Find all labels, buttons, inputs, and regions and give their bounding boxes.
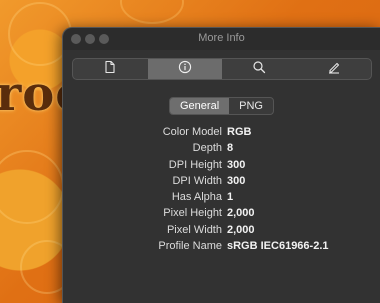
property-label: Depth bbox=[192, 142, 222, 155]
property-label: Pixel Width bbox=[166, 223, 222, 236]
property-row: Pixel Height 2,000 bbox=[63, 207, 380, 223]
tab-general[interactable]: General bbox=[170, 98, 230, 114]
search-tab[interactable] bbox=[222, 59, 297, 79]
info-icon bbox=[178, 60, 192, 79]
property-value: 300 bbox=[227, 174, 246, 187]
property-row: Color Model RGB bbox=[63, 126, 380, 142]
tab-png[interactable]: PNG bbox=[229, 98, 273, 114]
property-value: RGB bbox=[227, 126, 252, 138]
general-info-tab[interactable] bbox=[147, 59, 222, 79]
property-value: 8 bbox=[227, 142, 234, 155]
file-info-tab[interactable] bbox=[73, 59, 148, 79]
window-title: More Info bbox=[198, 32, 245, 44]
info-segmented-control: General PNG bbox=[169, 97, 274, 115]
property-label: DPI Width bbox=[172, 174, 222, 187]
property-label: Color Model bbox=[162, 126, 222, 138]
property-value: 2,000 bbox=[227, 223, 255, 236]
property-label: Profile Name bbox=[158, 240, 222, 253]
magnifier-icon bbox=[252, 60, 266, 79]
property-row: Has Alpha 1 bbox=[63, 191, 380, 207]
property-label: DPI Height bbox=[168, 158, 222, 171]
property-row: Pixel Width 2,000 bbox=[63, 224, 380, 240]
background-ornament bbox=[120, 0, 184, 24]
property-row: Depth 8 bbox=[63, 142, 380, 158]
pencil-icon bbox=[327, 60, 341, 79]
property-label: Has Alpha bbox=[171, 191, 222, 204]
inspector-toolbar bbox=[72, 58, 372, 80]
property-label: Pixel Height bbox=[163, 207, 222, 220]
annotations-tab[interactable] bbox=[297, 59, 372, 79]
property-value: 1 bbox=[227, 191, 234, 204]
property-value: sRGB IEC61966-2.1 bbox=[227, 240, 329, 253]
title-bar[interactable]: More Info bbox=[63, 28, 380, 50]
document-icon bbox=[103, 60, 117, 79]
background-ornament bbox=[0, 150, 64, 224]
property-row: DPI Height 300 bbox=[63, 159, 380, 175]
property-value: 300 bbox=[227, 158, 246, 171]
more-info-window: More Info General PNG Color Model RGB De… bbox=[62, 27, 380, 303]
properties-list: Color Model RGB Depth 8 DPI Height 300 D… bbox=[63, 126, 380, 256]
property-row: Profile Name sRGB IEC61966-2.1 bbox=[63, 240, 380, 256]
property-value: 2,000 bbox=[227, 207, 255, 220]
property-row: DPI Width 300 bbox=[63, 175, 380, 191]
